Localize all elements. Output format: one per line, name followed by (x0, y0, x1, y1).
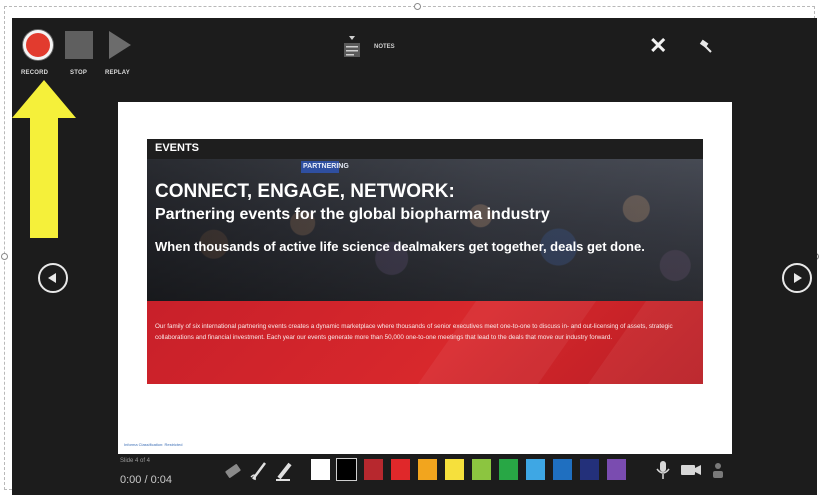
pen-color-swatch[interactable] (471, 458, 492, 481)
events-banner: EVENTS PARTNERING CONNECT, ENGAGE, NETWO… (147, 139, 703, 384)
camera-icon[interactable] (680, 460, 702, 480)
pen-color-swatch[interactable] (498, 458, 519, 481)
slide-counter: Slide 4 of 4 (120, 458, 151, 464)
record-button[interactable] (23, 30, 53, 60)
camera-preview-icon[interactable] (710, 460, 726, 480)
pen-color-swatch[interactable] (336, 458, 357, 481)
slide-tagline: When thousands of active life science de… (155, 239, 645, 254)
eraser-icon[interactable] (222, 460, 244, 482)
crowd-photo: PARTNERING CONNECT, ENGAGE, NETWORK: Par… (147, 159, 703, 301)
pen-color-swatch[interactable] (552, 458, 573, 481)
banner-header: EVENTS (147, 139, 703, 159)
replay-icon (109, 31, 131, 59)
pen-color-swatch[interactable] (417, 458, 438, 481)
pen-color-swatch[interactable] (390, 458, 411, 481)
notes-button[interactable]: NOTES (374, 44, 395, 50)
yellow-annotation-arrow (12, 80, 76, 238)
time-display: 0:00 / 0:04 (120, 474, 172, 486)
pen-color-swatch[interactable] (444, 458, 465, 481)
slide-subheadline: Partnering events for the global biophar… (155, 206, 550, 223)
photo-sign-text: PARTNERING (303, 163, 349, 170)
highlighter-icon[interactable] (274, 460, 296, 482)
pen-color-swatch[interactable] (606, 458, 627, 481)
pen-color-swatch[interactable] (579, 458, 600, 481)
pen-color-swatch[interactable] (363, 458, 384, 481)
close-icon[interactable]: ✕ (649, 35, 667, 57)
record-icon (23, 30, 53, 60)
description-band: Our family of six international partneri… (147, 301, 703, 384)
next-slide-icon[interactable] (782, 263, 812, 293)
record-label: RECORD (21, 70, 49, 76)
classification-footer: Informa Classification: Restricted (124, 442, 183, 447)
stop-label: STOP (70, 70, 88, 76)
previous-slide-icon[interactable] (38, 263, 68, 293)
slide-headline: CONNECT, ENGAGE, NETWORK: (155, 181, 455, 202)
stop-button[interactable] (65, 31, 93, 59)
pen-color-swatch[interactable] (310, 458, 331, 481)
resize-handle-left[interactable] (1, 253, 8, 260)
microphone-icon[interactable] (655, 460, 671, 480)
pen-color-swatch[interactable] (525, 458, 546, 481)
slide-description: Our family of six international partneri… (155, 323, 673, 341)
pen-icon[interactable] (248, 460, 270, 482)
replay-label: REPLAY (105, 70, 130, 76)
pin-icon[interactable] (698, 38, 714, 54)
resize-handle-top[interactable] (414, 3, 421, 10)
section-header: EVENTS (155, 142, 200, 154)
notes-icon[interactable] (343, 36, 361, 58)
stop-icon (65, 31, 93, 59)
recording-window: RECORD STOP REPLAY NOTES ✕ EVENTS PARTNE… (12, 18, 817, 495)
slide-preview: EVENTS PARTNERING CONNECT, ENGAGE, NETWO… (118, 102, 732, 454)
replay-button[interactable] (109, 31, 131, 59)
